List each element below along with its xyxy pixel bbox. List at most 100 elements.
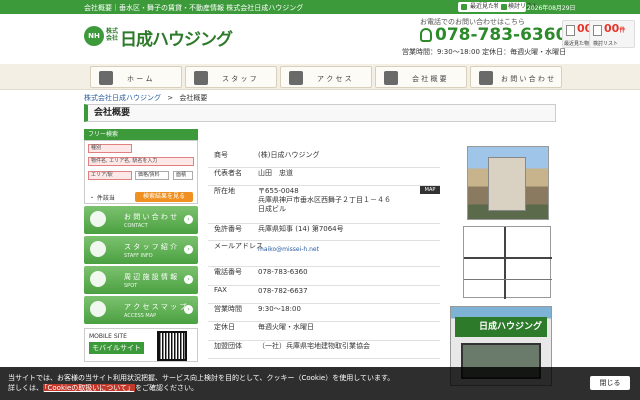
sidebar-access-title: ア ク セ ス マ ッ プ xyxy=(124,303,187,311)
free-search-heading: フリー検索 xyxy=(84,129,198,140)
map-button[interactable]: MAP xyxy=(420,186,440,194)
mobile-site-box[interactable]: MOBILE SITE モバイルサイト xyxy=(84,328,198,362)
keyword-input[interactable]: 物件名, エリア名, 駅名を入力 xyxy=(88,157,194,166)
type-select[interactable]: 種別 xyxy=(88,144,132,153)
phone-number[interactable]: 078-783-6360 xyxy=(420,25,567,45)
nav-access[interactable]: ア ク セ ス xyxy=(280,66,372,88)
area-select[interactable]: エリア/駅 xyxy=(88,171,132,180)
cookie-close-button[interactable]: 閉じる xyxy=(590,376,630,390)
table-row: 電話番号 078-783-6360 xyxy=(208,267,440,286)
search-button[interactable]: 検索結果を見る xyxy=(135,192,193,202)
row-label: 加盟団体 xyxy=(214,342,242,350)
sidebar-staff-en: STAFF INFO xyxy=(124,253,153,259)
business-hours: 営業時間：9:30〜18:00 定休日：毎週火曜・水曜日 xyxy=(402,48,567,56)
row-value: （一社）兵庫県宅地建物取引業協会 xyxy=(258,342,370,350)
chevron-right-icon: › xyxy=(184,215,193,224)
row-value: 山田 忠道 xyxy=(258,169,293,177)
mobile-site-label: MOBILE SITE xyxy=(89,333,127,340)
table-row: 定休日 毎週火曜・水曜日 xyxy=(208,322,440,341)
sidebar-spot-button[interactable]: 周 辺 施 設 情 報 SPOT › xyxy=(84,266,198,294)
nav-staff-label: ス タ ッ フ xyxy=(222,75,257,83)
spot-icon xyxy=(90,271,106,287)
map-road xyxy=(504,227,506,299)
sidebar-access-en: ACCESS MAP xyxy=(124,313,157,319)
sidebar-access-button[interactable]: ア ク セ ス マ ッ プ ACCESS MAP › xyxy=(84,296,198,324)
site-tagline: 会社概要｜垂水区・舞子の賃貸・不動産情報 株式会社日成ハウジング xyxy=(84,4,304,12)
sidebar-contact-en: CONTACT xyxy=(124,223,148,229)
cookie-text: 当サイトでは、お客様の当サイト利用状況把握、サービス向上検討を目的として、クッキ… xyxy=(8,374,395,382)
row-value: (株)日成ハウジング xyxy=(258,151,320,159)
row-label: 代表者名 xyxy=(214,169,242,177)
map-road xyxy=(464,257,552,259)
main-nav: ホ ー ム ス タ ッ フ ア ク セ ス 会 社 概 要 お 問 い 合 わ … xyxy=(0,64,640,90)
row-value: 9:30〜18:00 xyxy=(258,305,301,313)
cookie-text-2: 詳しくは、「Cookieの取扱いについて」をご確認ください。 xyxy=(8,383,198,393)
price-select[interactable]: 価格/賃料 xyxy=(135,171,169,180)
chevron-right-icon: › xyxy=(184,245,193,254)
table-row: 免許番号 兵庫県知事 (14) 第7064号 xyxy=(208,224,440,241)
chevron-right-icon: › xyxy=(184,305,193,314)
sidebar: フリー検索 種別 物件名, エリア名, 駅名を入力 エリア/駅 価格/賃料 面積… xyxy=(84,129,198,362)
cookie-policy-link[interactable]: 「Cookieの取扱いについて」 xyxy=(43,384,136,392)
home-icon xyxy=(99,71,113,85)
sidebar-contact-title: お 問 い 合 わ せ xyxy=(124,213,178,221)
mobile-site-button[interactable]: モバイルサイト xyxy=(89,342,144,354)
cookie-prefix: 詳しくは、 xyxy=(8,384,43,392)
row-label: メールアドレス xyxy=(214,242,263,250)
staff-icon xyxy=(194,71,208,85)
row-label: 電話番号 xyxy=(214,268,242,276)
map-icon xyxy=(289,71,303,85)
logo-corp-label: 株式会社 xyxy=(106,28,119,42)
table-row: 代表者名 山田 忠道 xyxy=(208,168,440,186)
nav-contact[interactable]: お 問 い 合 わ せ xyxy=(470,66,562,88)
top-bar: 会社概要｜垂水区・舞子の賃貸・不動産情報 株式会社日成ハウジング 最近見た物件 … xyxy=(0,0,640,14)
row-value: 078-783-6360 xyxy=(258,268,308,276)
sidebar-spot-title: 周 辺 施 設 情 報 xyxy=(124,273,178,281)
row-label: 定休日 xyxy=(214,323,235,331)
email-link[interactable]: maiko@missei-h.net xyxy=(258,245,319,255)
storefront-sign: 日成ハウジング xyxy=(455,317,547,337)
table-row: FAX 078-782-6637 xyxy=(208,286,440,304)
phone-icon xyxy=(420,28,432,42)
mail-icon xyxy=(479,71,493,85)
nav-staff[interactable]: ス タ ッ フ xyxy=(185,66,277,88)
watchlist-button[interactable]: 検討リスト xyxy=(498,2,538,12)
table-row: メールアドレス maiko@missei-h.net xyxy=(208,241,440,267)
row-label: 所在地 xyxy=(214,187,235,195)
current-date: 2026年08月29日 xyxy=(527,5,576,12)
building-shape xyxy=(488,157,526,211)
nav-company-label: 会 社 概 要 xyxy=(412,75,447,83)
page-title: 会社概要 xyxy=(84,104,556,122)
size-select[interactable]: 面積 xyxy=(173,171,193,180)
row-label: FAX xyxy=(214,286,227,294)
row-label: 免許番号 xyxy=(214,225,242,233)
breadcrumb-separator: > xyxy=(167,94,174,102)
table-row: 加盟団体 （一社）兵庫県宅地建物取引業協会 xyxy=(208,341,440,359)
table-row: 営業時間 9:30〜18:00 xyxy=(208,304,440,322)
row-label: 営業時間 xyxy=(214,305,242,313)
nav-home-label: ホ ー ム xyxy=(127,75,153,83)
staff-icon xyxy=(90,241,106,257)
nav-home[interactable]: ホ ー ム xyxy=(90,66,182,88)
row-value: 078-782-6637 xyxy=(258,287,308,295)
row-label: 商号 xyxy=(214,151,228,159)
watchlist-count-box[interactable]: 00件 検討リスト xyxy=(589,20,635,48)
row-value: 毎週火曜・水曜日 xyxy=(258,323,314,331)
mail-icon xyxy=(90,211,106,227)
building-photo[interactable] xyxy=(467,146,549,220)
sidebar-contact-button[interactable]: お 問 い 合 わ せ CONTACT › xyxy=(84,206,198,234)
nav-company[interactable]: 会 社 概 要 xyxy=(375,66,467,88)
house-icon xyxy=(566,25,575,36)
access-map-image[interactable] xyxy=(463,226,552,299)
sidebar-staff-button[interactable]: ス タ ッ フ 紹 介 STAFF INFO › xyxy=(84,236,198,264)
qr-code-icon xyxy=(157,331,187,361)
logo-name: 日成ハウジング xyxy=(120,30,233,50)
map-icon xyxy=(90,301,106,317)
building-icon xyxy=(384,71,398,85)
building-name: 日成ビル xyxy=(258,205,286,213)
watchlist-count-unit: 件 xyxy=(619,27,626,34)
table-row: 商号 (株)日成ハウジング xyxy=(208,150,440,168)
chevron-right-icon: › xyxy=(184,275,193,284)
list-icon xyxy=(501,4,507,10)
breadcrumb-home[interactable]: 株式会社日成ハウジング xyxy=(84,94,161,102)
